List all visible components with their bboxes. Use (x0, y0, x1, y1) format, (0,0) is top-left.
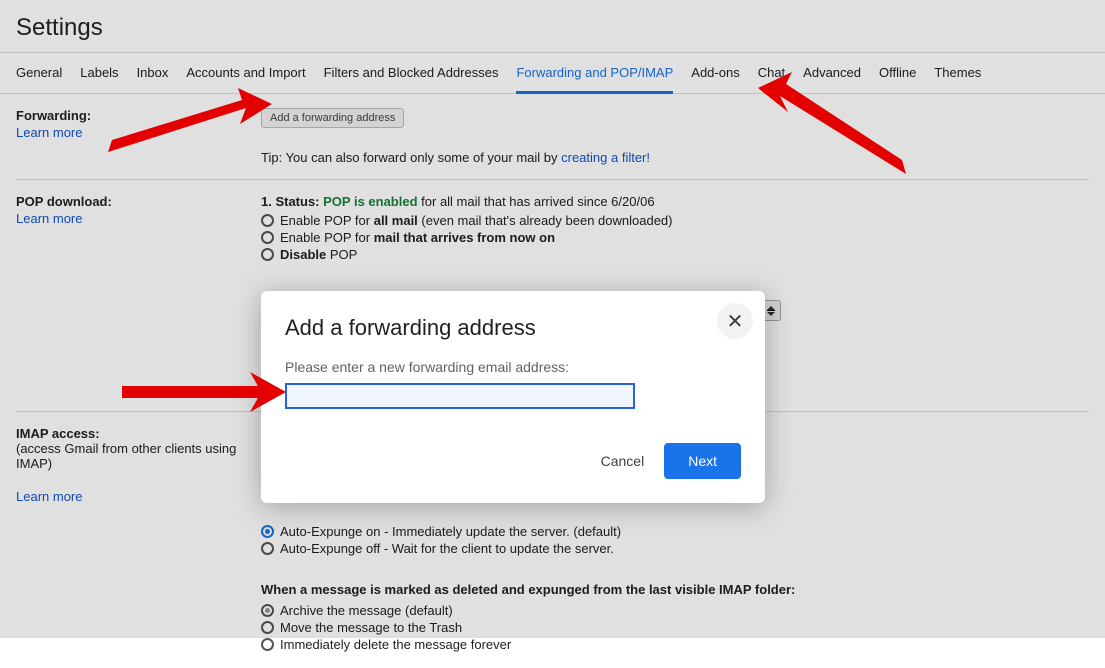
radio-icon (261, 214, 274, 227)
radio-icon (261, 248, 274, 261)
tab-accounts-import[interactable]: Accounts and Import (186, 53, 305, 93)
imap-trash-text: Move the message to the Trash (280, 620, 462, 635)
pop-option-from-now-on[interactable]: Enable POP for mail that arrives from no… (261, 230, 1089, 245)
forwarding-tip: Tip: You can also forward only some of y… (261, 150, 1089, 165)
imap-deleted-archive-option[interactable]: Archive the message (default) (261, 603, 1089, 618)
tab-filters-blocked[interactable]: Filters and Blocked Addresses (324, 53, 499, 93)
create-filter-link[interactable]: creating a filter! (561, 150, 650, 165)
radio-icon (261, 638, 274, 651)
tab-advanced[interactable]: Advanced (803, 53, 861, 93)
imap-expunge-on-text: Auto-Expunge on - Immediately update the… (280, 524, 621, 539)
pop-opt1-text-a: Enable POP for (280, 213, 374, 228)
forwarding-header: Forwarding: (16, 108, 251, 123)
imap-learn-more-link[interactable]: Learn more (16, 489, 82, 504)
radio-checked-icon (261, 604, 274, 617)
dialog-title: Add a forwarding address (285, 315, 741, 341)
next-button[interactable]: Next (664, 443, 741, 479)
imap-delete-text: Immediately delete the message forever (280, 637, 511, 652)
page-title: Settings (0, 0, 1105, 52)
pop-opt1-text-c: (even mail that's already been downloade… (418, 213, 673, 228)
cancel-button[interactable]: Cancel (601, 453, 645, 469)
imap-subtext: (access Gmail from other clients using I… (16, 441, 251, 471)
pop-status-suffix: for all mail that has arrived since 6/20… (418, 194, 655, 209)
forwarding-section: Forwarding: Learn more Add a forwarding … (16, 94, 1089, 180)
pop-status-prefix: 1. Status: (261, 194, 323, 209)
tab-themes[interactable]: Themes (934, 53, 981, 93)
forwarding-tip-text: Tip: You can also forward only some of y… (261, 150, 561, 165)
pop-status-line: 1. Status: POP is enabled for all mail t… (261, 194, 1089, 209)
pop-opt3-text-b: POP (326, 247, 357, 262)
pop-opt2-text-b: mail that arrives from now on (374, 230, 555, 245)
add-forwarding-address-dialog: ✕ Add a forwarding address Please enter … (261, 291, 765, 503)
imap-archive-text: Archive the message (default) (280, 603, 453, 618)
imap-header: IMAP access: (16, 426, 251, 441)
forwarding-learn-more-link[interactable]: Learn more (16, 125, 82, 140)
forwarding-email-input[interactable] (285, 383, 635, 409)
radio-checked-icon (261, 525, 274, 538)
tab-general[interactable]: General (16, 53, 62, 93)
tab-inbox[interactable]: Inbox (137, 53, 169, 93)
dialog-prompt-label: Please enter a new forwarding email addr… (285, 359, 741, 375)
imap-deleted-header: When a message is marked as deleted and … (261, 582, 795, 597)
dialog-close-button[interactable]: ✕ (717, 303, 753, 339)
imap-deleted-trash-option[interactable]: Move the message to the Trash (261, 620, 1089, 635)
radio-icon (261, 542, 274, 555)
radio-icon (261, 231, 274, 244)
pop-header: POP download: (16, 194, 251, 209)
pop-learn-more-link[interactable]: Learn more (16, 211, 82, 226)
pop-option-all-mail[interactable]: Enable POP for all mail (even mail that'… (261, 213, 1089, 228)
pop-opt3-text-a: Disable (280, 247, 326, 262)
tab-add-ons[interactable]: Add-ons (691, 53, 739, 93)
imap-expunge-on-option[interactable]: Auto-Expunge on - Immediately update the… (261, 524, 1089, 539)
imap-expunge-off-option[interactable]: Auto-Expunge off - Wait for the client t… (261, 541, 1089, 556)
tab-chat[interactable]: Chat (758, 53, 785, 93)
tab-labels[interactable]: Labels (80, 53, 118, 93)
radio-icon (261, 621, 274, 634)
pop-option-disable[interactable]: Disable POP (261, 247, 1089, 262)
tab-offline[interactable]: Offline (879, 53, 916, 93)
pop-opt1-text-b: all mail (374, 213, 418, 228)
add-forwarding-address-button[interactable]: Add a forwarding address (261, 108, 404, 128)
settings-tabs: General Labels Inbox Accounts and Import… (0, 52, 1105, 94)
imap-deleted-forever-option[interactable]: Immediately delete the message forever (261, 637, 1089, 652)
pop-opt2-text-a: Enable POP for (280, 230, 374, 245)
pop-status-enabled: POP is enabled (323, 194, 417, 209)
tab-forwarding-pop-imap[interactable]: Forwarding and POP/IMAP (516, 53, 673, 93)
close-icon: ✕ (727, 309, 744, 334)
select-arrows-icon (767, 306, 775, 316)
imap-expunge-off-text: Auto-Expunge off - Wait for the client t… (280, 541, 614, 556)
